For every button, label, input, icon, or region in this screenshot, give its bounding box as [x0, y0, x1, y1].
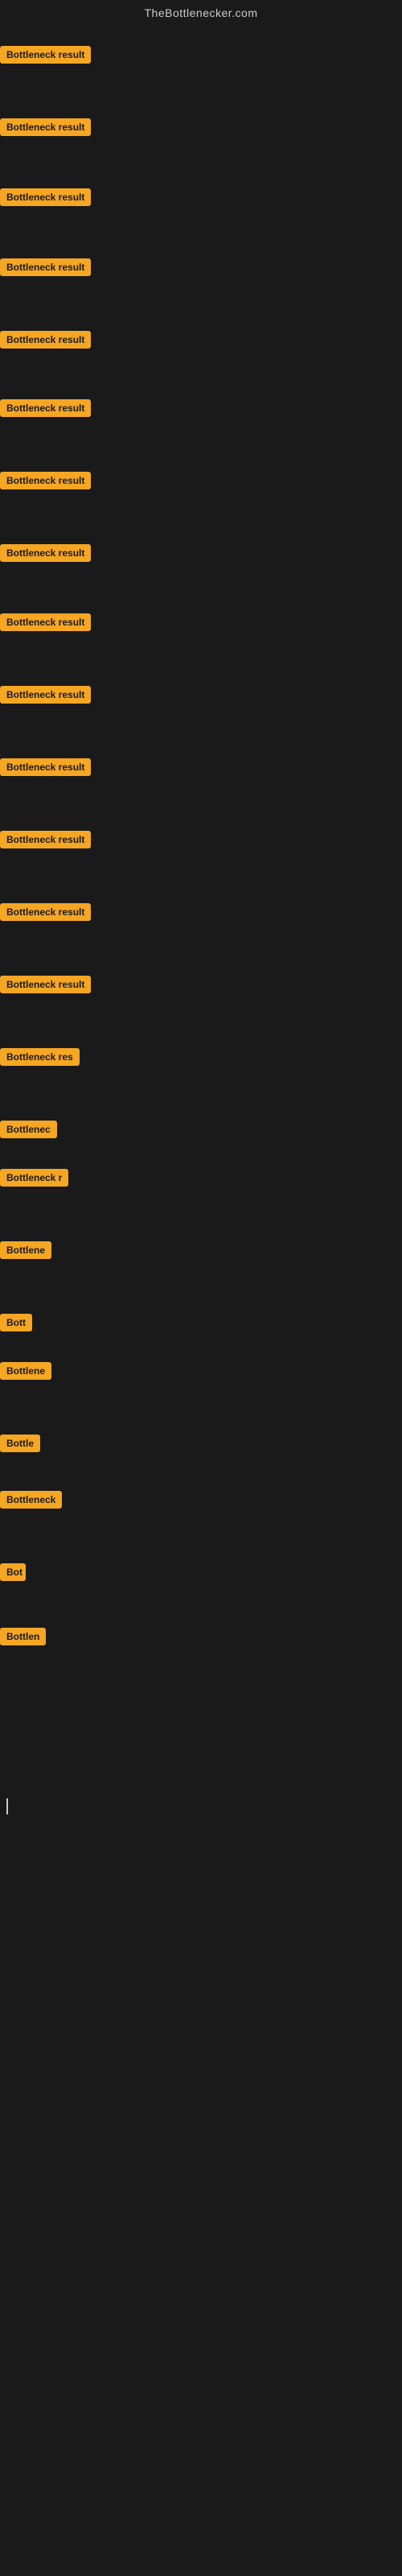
list-item: Bottleneck result	[0, 331, 91, 353]
list-item: Bot	[0, 1563, 26, 1585]
list-item: Bottleneck result	[0, 46, 91, 68]
bottleneck-badge[interactable]: Bott	[0, 1314, 32, 1331]
list-item: Bottlene	[0, 1362, 51, 1384]
list-item: Bott	[0, 1314, 32, 1335]
list-item: Bottleneck result	[0, 118, 91, 140]
list-item: Bottleneck result	[0, 903, 91, 925]
bottleneck-badge[interactable]: Bottleneck	[0, 1491, 62, 1509]
list-item: Bottleneck result	[0, 399, 91, 421]
list-item: Bottleneck r	[0, 1169, 68, 1191]
bottleneck-badge[interactable]: Bot	[0, 1563, 26, 1581]
list-item: Bottleneck result	[0, 544, 91, 566]
list-item: Bottlen	[0, 1628, 46, 1649]
bottleneck-badge[interactable]: Bottlenec	[0, 1121, 57, 1138]
list-item: Bottle	[0, 1435, 40, 1456]
bottleneck-badge[interactable]: Bottlen	[0, 1628, 46, 1645]
bottleneck-badge[interactable]: Bottleneck result	[0, 46, 91, 64]
list-item: Bottleneck result	[0, 472, 91, 493]
bottleneck-badge[interactable]: Bottleneck result	[0, 903, 91, 921]
list-item: Bottleneck result	[0, 258, 91, 280]
bottleneck-badge[interactable]: Bottlene	[0, 1362, 51, 1380]
list-item: Bottleneck	[0, 1491, 62, 1513]
bottleneck-badge[interactable]: Bottleneck result	[0, 331, 91, 349]
bottleneck-badge[interactable]: Bottleneck result	[0, 118, 91, 136]
bottleneck-badge[interactable]: Bottleneck r	[0, 1169, 68, 1187]
bottleneck-badge[interactable]: Bottleneck result	[0, 686, 91, 704]
list-item: Bottleneck result	[0, 686, 91, 708]
list-item: Bottleneck res	[0, 1048, 80, 1070]
list-item: Bottleneck result	[0, 188, 91, 210]
list-item: Bottlene	[0, 1241, 51, 1263]
bottleneck-badge[interactable]: Bottleneck result	[0, 472, 91, 489]
list-item: Bottleneck result	[0, 976, 91, 997]
list-item: Bottleneck result	[0, 613, 91, 635]
items-container	[0, 23, 402, 29]
bottleneck-badge[interactable]: Bottleneck result	[0, 258, 91, 276]
list-item: Bottlenec	[0, 1121, 57, 1142]
bottleneck-badge[interactable]: Bottleneck result	[0, 544, 91, 562]
bottleneck-badge[interactable]: Bottleneck result	[0, 399, 91, 417]
bottleneck-badge[interactable]: Bottleneck result	[0, 613, 91, 631]
site-title: TheBottlenecker.com	[0, 0, 402, 23]
page-container: TheBottlenecker.com Bottleneck result Bot…	[0, 0, 402, 2576]
bottleneck-badge[interactable]: Bottleneck res	[0, 1048, 80, 1066]
bottleneck-badge[interactable]: Bottleneck result	[0, 188, 91, 206]
bottleneck-badge[interactable]: Bottleneck result	[0, 758, 91, 776]
bottleneck-badge[interactable]: Bottle	[0, 1435, 40, 1452]
bottleneck-badge[interactable]: Bottleneck result	[0, 976, 91, 993]
list-item: Bottleneck result	[0, 758, 91, 780]
bottleneck-badge[interactable]: Bottlene	[0, 1241, 51, 1259]
cursor	[3, 1795, 11, 1822]
bottleneck-badge[interactable]: Bottleneck result	[0, 831, 91, 848]
list-item: Bottleneck result	[0, 831, 91, 852]
